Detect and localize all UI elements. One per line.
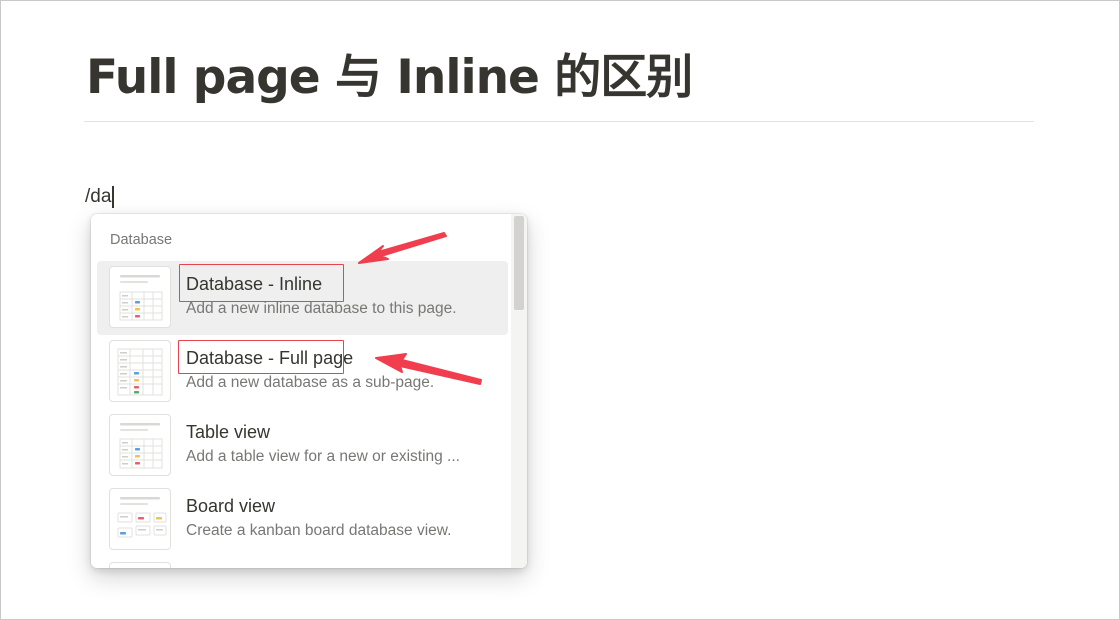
section-header-database: Database: [110, 232, 173, 248]
highlight-box-full-page: [178, 340, 344, 374]
command-input[interactable]: /da: [85, 186, 114, 208]
page-title[interactable]: Full page 与 Inline 的区别: [86, 38, 693, 107]
menu-item-description: Add a new database as a sub-page.: [186, 374, 435, 391]
menu-scrollbar-thumb[interactable]: [514, 216, 524, 310]
menu-scrollbar[interactable]: [511, 214, 527, 568]
highlight-box-inline: [179, 264, 344, 302]
next-item-thumbnail-icon: [109, 562, 171, 568]
slash-command-menu: Database Database - Inline Add a new inl…: [91, 214, 527, 568]
board-view-thumbnail-icon: [109, 488, 171, 550]
title-divider: [84, 121, 1034, 122]
full-page-database-thumbnail-icon: [109, 340, 171, 402]
menu-list[interactable]: Database Database - Inline Add a new inl…: [91, 214, 511, 568]
inline-database-thumbnail-icon: [109, 266, 171, 328]
text-caret: [112, 186, 114, 208]
menu-item-description: Add a table view for a new or existing .…: [186, 448, 460, 465]
menu-item-partial[interactable]: [97, 557, 508, 568]
menu-item-title: Board view: [186, 496, 276, 516]
command-text: /da: [85, 186, 112, 207]
menu-item-board-view[interactable]: Board view Create a kanban board databas…: [97, 483, 508, 557]
table-view-thumbnail-icon: [109, 414, 171, 476]
menu-item-table-view[interactable]: Table view Add a table view for a new or…: [97, 409, 508, 483]
menu-item-description: Create a kanban board database view.: [186, 522, 452, 539]
menu-item-title: Table view: [186, 422, 271, 442]
menu-item-description: Add a new inline database to this page.: [186, 300, 457, 317]
